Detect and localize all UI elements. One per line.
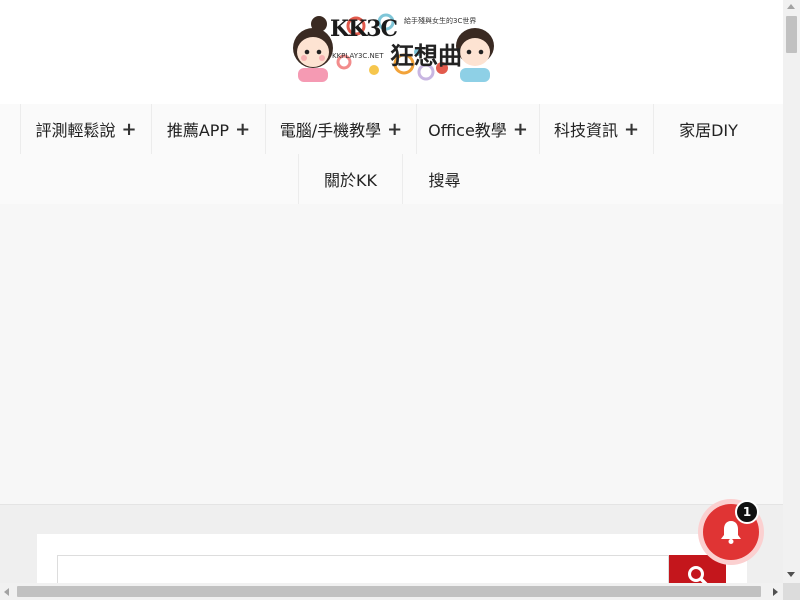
expand-plus-icon[interactable]: + [235,119,250,140]
expand-plus-icon[interactable]: + [121,119,136,140]
expand-plus-icon[interactable]: + [513,119,528,140]
nav-item-home-diy[interactable]: 家居DIY [653,104,763,154]
logo-title: KK3C [330,16,398,42]
scrollbar-corner [783,583,800,600]
nav-item-label: 家居DIY [679,121,738,140]
horizontal-scroll-thumb[interactable] [17,586,761,597]
horizontal-scrollbar[interactable] [0,583,783,600]
scroll-down-arrow-icon[interactable] [787,572,795,577]
nav-item-label: 科技資訊 [553,121,618,140]
nav-item-about[interactable]: 關於KK [298,154,402,204]
nav-item-label: 評測輕鬆說 [35,121,116,140]
nav-item-label: Office教學 [428,121,507,140]
nav-item-label: 推薦APP [166,121,230,140]
site-logo[interactable]: 給手殘與女生的3C世界 KK3C KKPLAY3C.NET 狂想曲 [286,12,498,86]
notification-count-badge: 1 [735,500,759,524]
nav-item-office[interactable]: Office教學 + [416,104,539,154]
nav-item-label: 電腦/手機教學 [279,121,382,140]
content-placeholder [0,204,783,505]
expand-plus-icon[interactable]: + [624,119,639,140]
page: 給手殘與女生的3C世界 KK3C KKPLAY3C.NET 狂想曲 評測輕鬆說 … [0,0,783,583]
nav-item-tech-news[interactable]: 科技資訊 + [539,104,653,154]
vertical-scrollbar[interactable] [783,0,800,583]
nav-item-recommended-apps[interactable]: 推薦APP + [151,104,265,154]
nav-item-tutorials[interactable]: 電腦/手機教學 + [265,104,416,154]
nav-row-2: 關於KK 搜尋 [0,154,783,204]
expand-plus-icon[interactable]: + [387,119,402,140]
logo-url: KKPLAY3C.NET [332,52,384,60]
scroll-up-arrow-icon[interactable] [787,4,795,9]
main-navigation: 評測輕鬆說 + 推薦APP + 電腦/手機教學 + Office教學 + 科技資… [0,104,783,204]
search-icon [688,566,708,583]
nav-item-label: 關於KK [324,171,377,190]
nav-item-label: 搜尋 [428,171,461,190]
nav-item-search[interactable]: 搜尋 [402,154,486,204]
nav-row-1: 評測輕鬆說 + 推薦APP + 電腦/手機教學 + Office教學 + 科技資… [0,104,783,154]
vertical-scroll-thumb[interactable] [786,16,797,53]
site-header: 給手殘與女生的3C世界 KK3C KKPLAY3C.NET 狂想曲 [0,0,783,104]
scroll-left-arrow-icon[interactable] [4,588,9,596]
nav-item-reviews[interactable]: 評測輕鬆說 + [20,104,151,154]
search-input[interactable] [57,555,669,583]
logo-subtitle: 狂想曲 [390,41,462,70]
search-widget [37,534,747,583]
scroll-right-arrow-icon[interactable] [773,588,778,596]
logo-tagline: 給手殘與女生的3C世界 [404,17,477,25]
